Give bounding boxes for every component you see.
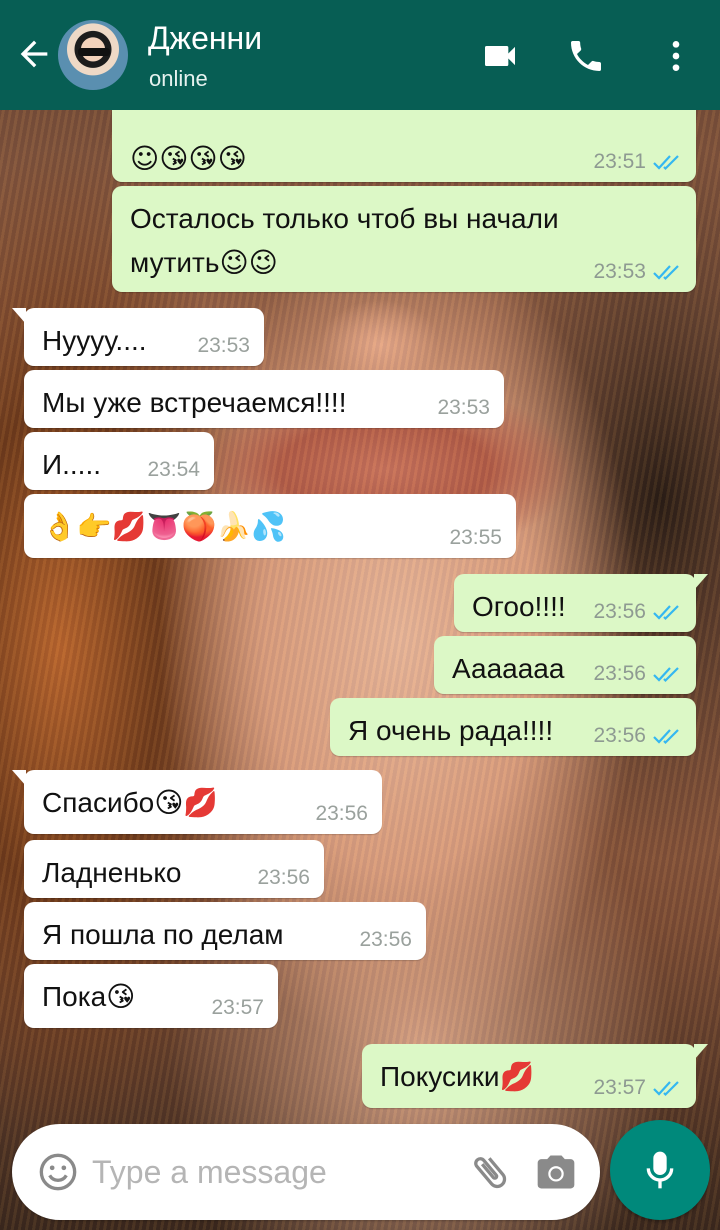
contact-name[interactable]: Дженни [148,20,262,57]
message-bubble-incoming[interactable]: И..... 23:54 [24,432,214,490]
message-input[interactable] [92,1144,442,1200]
phone-icon[interactable] [566,36,606,76]
message-bubble-outgoing[interactable]: Осталось только чтоб вы начали мутить😉😉 … [112,186,696,292]
message-time: 23:54 [147,458,200,481]
message-bubble-incoming[interactable]: Я пошла по делам 23:56 [24,902,426,960]
message-text: Я пошла по делам [42,919,284,950]
message-time: 23:53 [593,260,646,283]
message-text: 👌👉💋👅🍑🍌💦 [42,510,287,543]
message-time: 23:56 [257,866,310,889]
message-time: 23:51 [593,150,646,173]
message-bubble-outgoing[interactable]: Огоо!!!! 23:56 [454,574,708,632]
read-double-tick-icon [653,667,679,683]
message-bubble-outgoing[interactable]: Покусики💋 23:57 [362,1044,708,1108]
message-time: 23:56 [593,724,646,747]
attach-clip-icon[interactable] [468,1150,512,1194]
message-bubble-incoming[interactable]: Спасибо😘💋 23:56 [12,770,382,834]
message-text: Мы уже встречаемся!!!! [42,387,347,418]
read-double-tick-icon [653,155,679,171]
voice-record-button[interactable] [610,1120,710,1220]
message-time: 23:56 [593,662,646,685]
read-double-tick-icon [653,729,679,745]
read-double-tick-icon [653,1081,679,1097]
video-call-icon[interactable] [480,36,520,76]
message-time: 23:57 [211,996,264,1019]
message-bubble-incoming[interactable]: Нуууу.... 23:53 [12,308,264,366]
message-bubble-incoming[interactable]: Пока😘 23:57 [24,964,278,1028]
more-vert-icon[interactable] [656,36,696,76]
message-time: 23:53 [197,334,250,357]
camera-icon[interactable] [534,1150,578,1194]
microphone-icon [646,1151,674,1189]
message-bubble-incoming[interactable]: Мы уже встречаемся!!!! 23:53 [24,370,504,428]
read-double-tick-icon [653,605,679,621]
message-bubble-outgoing[interactable]: Ааааааа 23:56 [434,636,696,694]
message-bubble-outgoing[interactable]: Я очень рада!!!! 23:56 [330,698,696,756]
read-double-tick-icon [653,265,679,281]
message-composer [12,1124,600,1220]
avatar[interactable] [58,20,128,90]
message-time: 23:56 [359,928,412,951]
message-bubble-incoming[interactable]: Ладненько 23:56 [24,840,324,898]
message-time: 23:53 [437,396,490,419]
chat-header: Дженни online [0,0,720,110]
message-time: 23:56 [593,600,646,623]
message-text: Осталось только чтоб вы начали [130,203,559,234]
message-time: 23:57 [593,1076,646,1099]
message-time: 23:56 [315,802,368,825]
message-time: 23:55 [449,526,502,549]
emoji-icon[interactable] [38,1152,78,1192]
message-bubble-incoming[interactable]: 👌👉💋👅🍑🍌💦 23:55 [24,494,516,558]
contact-status: online [149,66,208,91]
back-arrow-icon[interactable] [14,34,54,74]
